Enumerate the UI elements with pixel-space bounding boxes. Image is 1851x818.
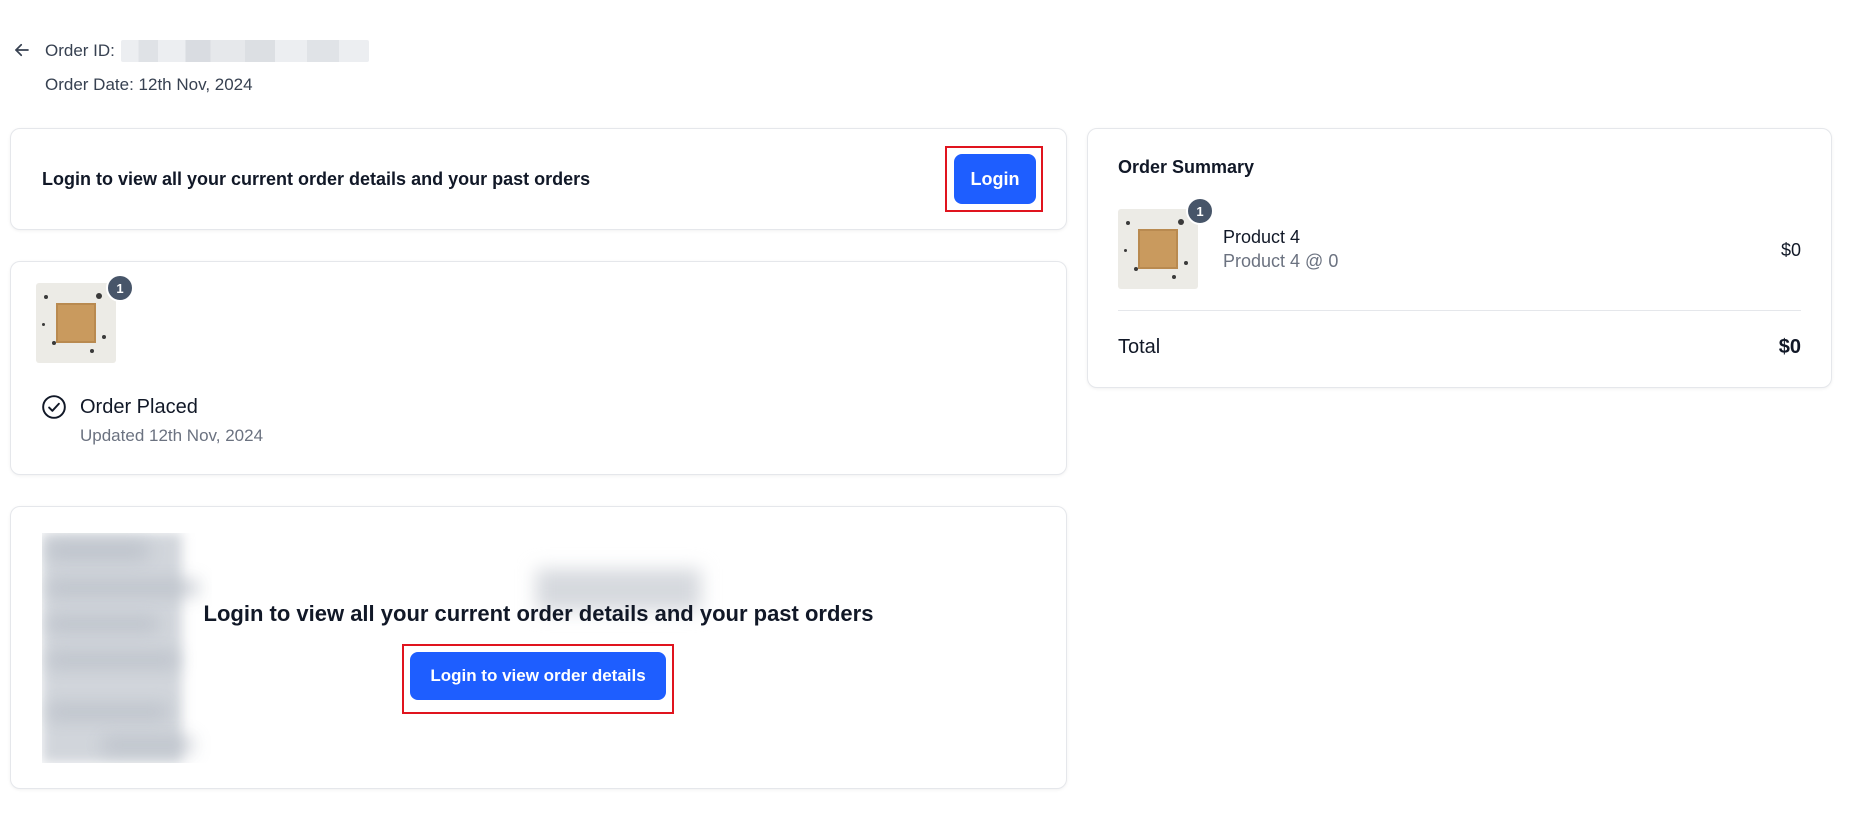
blurred-details	[42, 533, 212, 763]
login-to-view-details-button[interactable]: Login to view order details	[410, 652, 666, 700]
summary-qty-badge: 1	[1186, 197, 1214, 225]
order-id-redacted	[120, 40, 369, 62]
summary-divider	[1118, 310, 1801, 311]
login-button[interactable]: Login	[954, 154, 1036, 204]
arrow-left-icon	[15, 43, 29, 57]
summary-product-thumbnail	[1118, 209, 1198, 289]
summary-total-label: Total	[1118, 336, 1161, 358]
order-id-label: Order ID:	[45, 41, 115, 60]
order-date: Order Date: 12th Nov, 2024	[45, 75, 253, 94]
login-banner-card: Login to view all your current order det…	[10, 128, 1067, 230]
login-prompt-text: Login to view all your current order det…	[42, 169, 591, 189]
check-circle-icon	[42, 395, 66, 419]
summary-product-name: Product 4	[1223, 227, 1301, 247]
order-status-updated: Updated 12th Nov, 2024	[80, 426, 264, 445]
summary-product-detail: Product 4 @ 0	[1223, 251, 1339, 271]
summary-total-value: $0	[1778, 336, 1801, 358]
back-button[interactable]	[12, 40, 32, 60]
product-thumbnail	[36, 283, 116, 363]
order-status-title: Order Placed	[80, 396, 198, 418]
order-status-card: 1 Order Placed Updated 12th Nov, 2024	[10, 261, 1067, 475]
order-summary-title: Order Summary	[1118, 157, 1255, 177]
order-id: Order ID:	[45, 40, 369, 62]
locked-details-message: Login to view all your current order det…	[203, 601, 874, 626]
summary-product-price: $0	[1780, 240, 1801, 260]
item-count-badge: 1	[106, 274, 134, 302]
order-summary-card: Order Summary 1 Product 4 Product 4 @ 0 …	[1087, 128, 1832, 388]
